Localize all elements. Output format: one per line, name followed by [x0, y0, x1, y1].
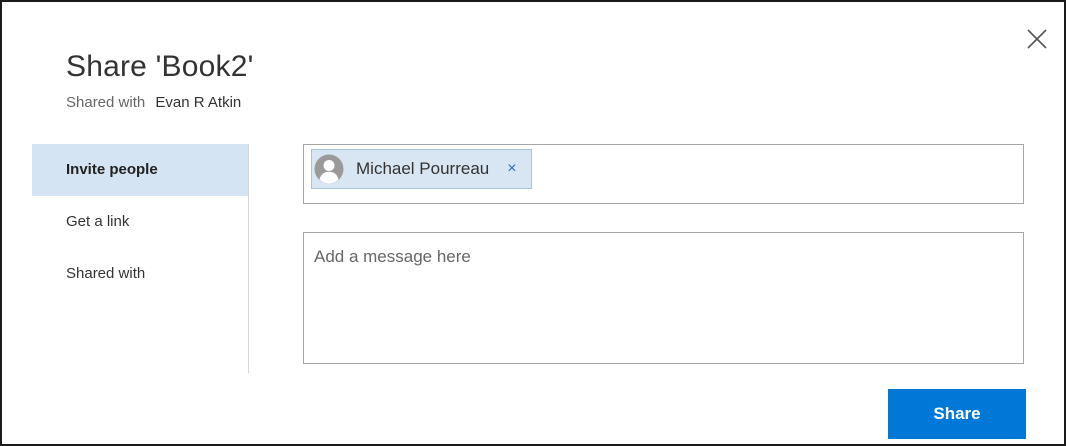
nav-item-invite-people[interactable]: Invite people	[32, 144, 248, 196]
close-button[interactable]	[1026, 28, 1048, 50]
shared-with-name: Evan R Atkin	[155, 94, 242, 111]
nav-item-shared-with[interactable]: Shared with	[32, 248, 248, 300]
recipient-chip[interactable]: Michael Pourreau ×	[311, 149, 532, 189]
message-textarea[interactable]: Add a message here	[303, 232, 1024, 364]
recipient-name: Michael Pourreau	[356, 159, 490, 178]
people-picker-input[interactable]: Michael Pourreau ×	[303, 144, 1024, 204]
share-button[interactable]: Share	[888, 389, 1026, 439]
person-avatar-icon	[314, 154, 344, 184]
message-placeholder: Add a message here	[314, 247, 471, 266]
shared-with-summary: Shared with Evan R Atkin	[66, 94, 241, 111]
remove-recipient-button[interactable]: ×	[507, 160, 516, 178]
close-icon	[1027, 29, 1047, 49]
share-nav: Invite people Get a link Shared with	[32, 144, 249, 373]
nav-item-get-a-link[interactable]: Get a link	[32, 196, 248, 248]
share-dialog: Share 'Book2' Shared with Evan R Atkin I…	[0, 0, 1066, 446]
shared-with-label: Shared with	[66, 94, 146, 111]
dialog-title: Share 'Book2'	[66, 50, 254, 83]
